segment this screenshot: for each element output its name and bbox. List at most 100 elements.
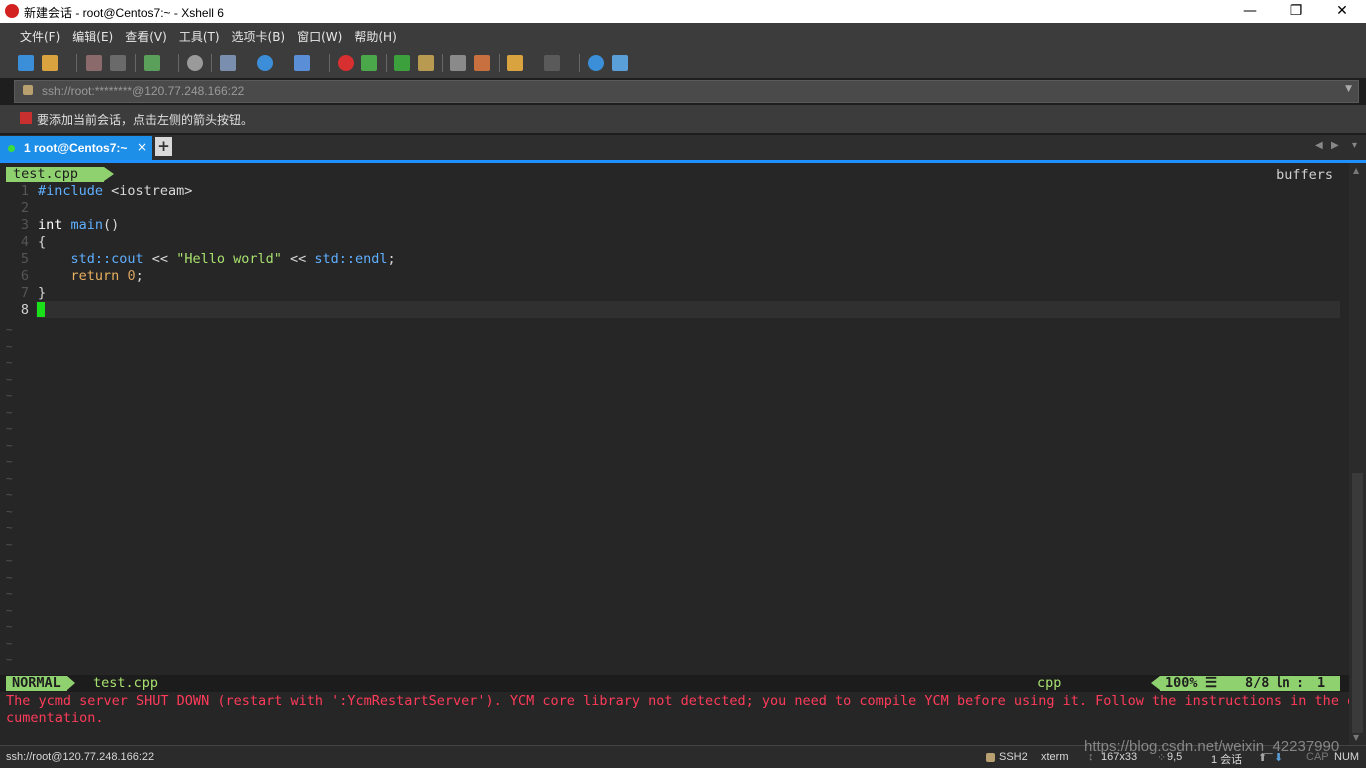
address-value[interactable]: ssh://root:********@120.77.248.166:22 xyxy=(42,84,244,98)
window-title: 新建会话 - root@Centos7:~ - Xshell 6 xyxy=(24,6,224,20)
address-bar[interactable]: ssh://root:********@120.77.248.166:22 ▼ xyxy=(14,80,1359,103)
help-icon[interactable] xyxy=(588,55,604,71)
line-number: 2 xyxy=(20,200,29,216)
restore-button[interactable]: ❐ xyxy=(1273,0,1319,23)
globe-icon[interactable] xyxy=(257,55,273,71)
tilde-marker: ~ xyxy=(6,587,13,600)
status-menu-glyph: ☰ xyxy=(1205,675,1218,691)
code-token: { xyxy=(38,234,47,250)
line-number: 7 xyxy=(20,285,29,301)
status-column: 1 xyxy=(1317,675,1326,691)
add-session-arrow-icon[interactable] xyxy=(20,112,32,124)
terminal-scrollbar[interactable]: ▲ ▼ xyxy=(1349,163,1366,745)
find-icon[interactable] xyxy=(187,55,203,71)
new-session-icon[interactable] xyxy=(18,55,34,71)
tab-session-1[interactable]: 1 root@Centos7:~ × xyxy=(0,136,152,160)
xftp-icon[interactable] xyxy=(361,55,377,71)
code-token: 0 xyxy=(127,268,136,284)
menu-edit[interactable]: 编辑(E) xyxy=(72,28,113,45)
code-token: << xyxy=(281,251,315,267)
close-button[interactable]: ✕ xyxy=(1319,0,1365,23)
menu-window[interactable]: 窗口(W) xyxy=(297,28,342,45)
hint-bar: 要添加当前会话，点击左侧的箭头按钮。 xyxy=(0,105,1366,133)
code-token: << xyxy=(143,251,177,267)
menu-bar: 文件(F) 编辑(E) 查看(V) 工具(T) 选项卡(B) 窗口(W) 帮助(… xyxy=(0,23,1366,48)
vim-mode: NORMAL xyxy=(6,676,75,691)
tilde-marker: ~ xyxy=(6,537,13,551)
code-token: } xyxy=(38,285,47,301)
layout-icon[interactable] xyxy=(544,55,560,71)
tilde-marker: ~ xyxy=(6,603,13,617)
menu-view[interactable]: 查看(V) xyxy=(125,28,167,45)
line-number: 4 xyxy=(20,234,29,250)
title-bar: 新建会话 - root@Centos7:~ - Xshell 6 — ❐ ✕ xyxy=(0,0,1366,23)
font-icon[interactable] xyxy=(294,55,310,71)
tilde-marker: ~ xyxy=(6,455,13,468)
code-token: ; xyxy=(387,251,396,267)
cursor xyxy=(37,302,45,317)
menu-tabs[interactable]: 选项卡(B) xyxy=(232,28,286,45)
scroll-down-icon[interactable]: ▼ xyxy=(1353,733,1359,742)
line-number: 5 xyxy=(20,251,29,267)
tilde-marker: ~ xyxy=(6,405,13,419)
menu-file[interactable]: 文件(F) xyxy=(20,28,60,45)
code-token: int xyxy=(38,217,63,233)
compose-icon[interactable] xyxy=(507,55,523,71)
vim-status-line: NORMAL test.cpp cpp 100% ☰ 8/8 ㏑ : 1 xyxy=(0,675,1349,692)
chevron-down-icon[interactable]: ▼ xyxy=(1345,84,1352,94)
error-message-line-1: The ycmd server SHUT DOWN (restart with … xyxy=(6,693,1364,709)
toolbar xyxy=(0,48,1366,78)
xshell-icon[interactable] xyxy=(338,55,354,71)
tilde-marker: ~ xyxy=(6,471,13,485)
line-code: int main() xyxy=(38,217,119,234)
ssh-lock-icon xyxy=(986,753,995,762)
status-file: test.cpp xyxy=(93,675,159,691)
line-code: std::cout << "Hello world" << std::endl; xyxy=(38,251,396,268)
tab-close-icon[interactable]: × xyxy=(137,140,147,154)
connected-status-icon xyxy=(8,145,15,152)
status-terminal-type: xterm xyxy=(1041,751,1069,763)
line-number: 3 xyxy=(20,217,29,233)
line-code: } xyxy=(38,285,46,302)
status-percent: 100% xyxy=(1165,675,1198,691)
tab-list-icon[interactable]: ▾ xyxy=(1352,140,1357,151)
status-protocol: SSH2 xyxy=(999,751,1028,763)
current-line-highlight xyxy=(36,301,1340,318)
scrollbar-thumb[interactable] xyxy=(1352,473,1363,733)
xshell-logo-icon xyxy=(5,4,19,18)
menu-help[interactable]: 帮助(H) xyxy=(354,28,396,45)
tilde-marker: ~ xyxy=(6,554,13,567)
lock-icon[interactable] xyxy=(418,55,434,71)
tab-scroll-left-icon[interactable]: ◀ xyxy=(1315,140,1323,151)
line-number: 6 xyxy=(20,268,29,284)
status-line-count: 8/8 xyxy=(1245,675,1270,691)
keyboard-icon[interactable] xyxy=(450,55,466,71)
tilde-marker: ~ xyxy=(6,653,13,666)
minimize-button[interactable]: — xyxy=(1227,0,1273,23)
tilde-marker: ~ xyxy=(6,488,13,501)
code-token: main xyxy=(70,217,104,233)
tab-label[interactable]: 1 root@Centos7:~ xyxy=(24,141,127,155)
watermark: https://blog.csdn.net/weixin_42237990 xyxy=(1084,738,1340,755)
disconnect-icon[interactable] xyxy=(110,55,126,71)
code-token: ; xyxy=(135,268,144,284)
connect-icon[interactable] xyxy=(86,55,102,71)
open-folder-icon[interactable] xyxy=(42,55,58,71)
code-token: std::cout xyxy=(70,251,144,267)
tilde-marker: ~ xyxy=(6,570,13,584)
terminal[interactable]: test.cpp buffers 1 #include <iostream> 2 3 i… xyxy=(0,163,1363,745)
tab-scroll-right-icon[interactable]: ▶ xyxy=(1331,140,1339,151)
menu-tools[interactable]: 工具(T) xyxy=(179,28,220,45)
properties-icon[interactable] xyxy=(220,55,236,71)
fullscreen-icon[interactable] xyxy=(394,55,410,71)
scroll-up-icon[interactable]: ▲ xyxy=(1353,166,1359,175)
highlight-icon[interactable] xyxy=(474,55,490,71)
status-colon: : xyxy=(1296,675,1305,691)
chat-icon[interactable] xyxy=(612,55,628,71)
new-tab-button[interactable]: + xyxy=(155,137,172,156)
tilde-marker: ~ xyxy=(6,372,13,386)
reconnect-icon[interactable] xyxy=(144,55,160,71)
tilde-marker: ~ xyxy=(6,438,13,452)
